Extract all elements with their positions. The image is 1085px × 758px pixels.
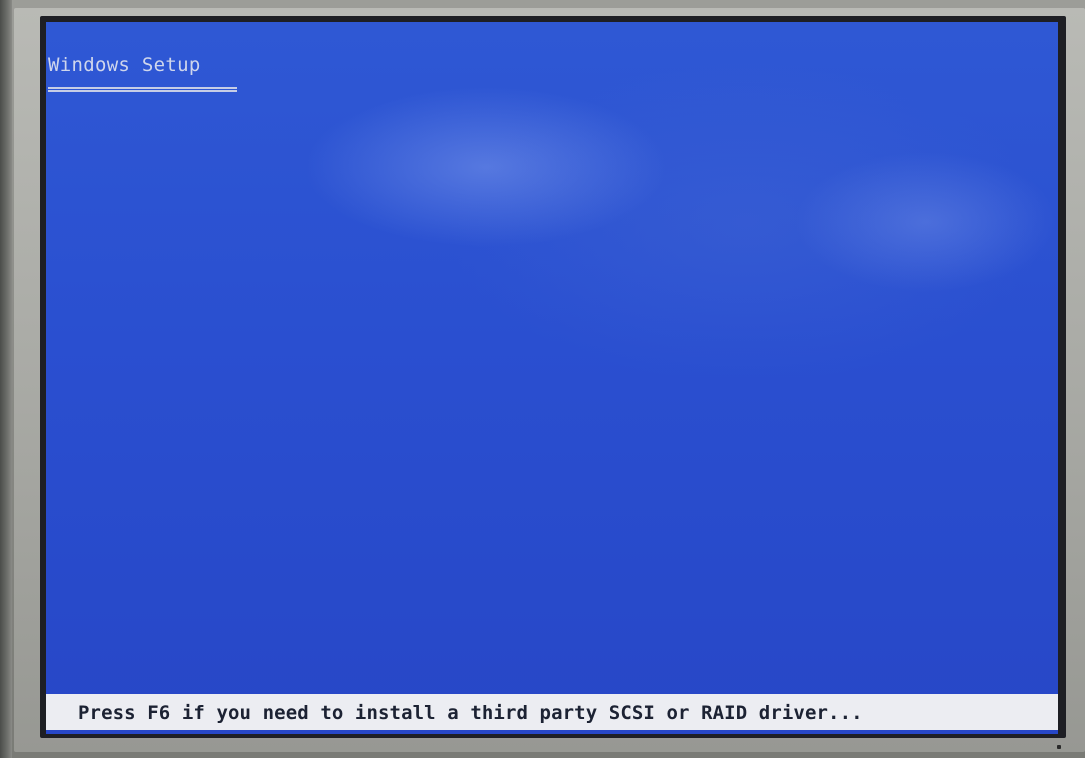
title-double-underline	[48, 87, 237, 92]
setup-title: Windows Setup	[48, 54, 201, 76]
power-led	[1057, 745, 1061, 749]
status-bar: Press F6 if you need to install a third …	[46, 694, 1058, 730]
monitor-photo: Windows Setup Press F6 if you need to in…	[0, 0, 1085, 758]
setup-screen: Windows Setup Press F6 if you need to in…	[46, 22, 1058, 734]
status-message: Press F6 if you need to install a third …	[78, 702, 863, 724]
background-edge	[0, 0, 12, 758]
